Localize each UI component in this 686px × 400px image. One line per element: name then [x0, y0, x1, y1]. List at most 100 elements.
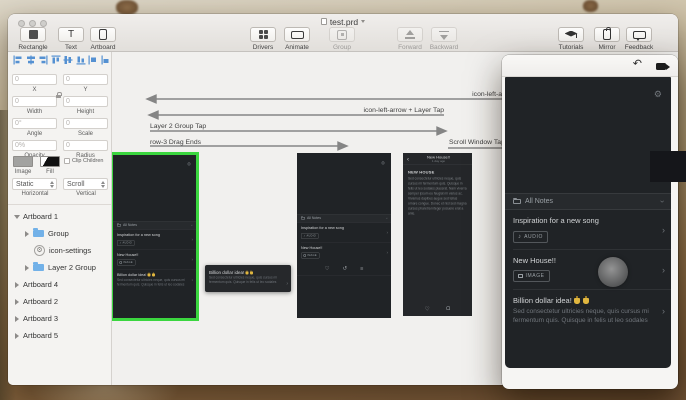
radius-field-group: Radius — [63, 134, 108, 159]
layer-row-artboard-1[interactable]: Artboard 1 — [8, 208, 110, 225]
note-row[interactable]: Billion dollar idea! Sed consectetur ult… — [113, 270, 196, 291]
distribute-h-icon[interactable] — [88, 55, 98, 65]
angle-input[interactable] — [12, 118, 57, 129]
tutorials-button[interactable]: Tutorials — [552, 27, 590, 51]
image-swatch-label: Image — [8, 169, 38, 175]
heart-icon[interactable]: ♡ — [325, 266, 330, 272]
moneybag-emoji — [250, 271, 253, 274]
align-left-icon[interactable] — [13, 55, 23, 65]
layer-row-group[interactable]: Group — [8, 225, 110, 242]
chevron-right-icon: › — [662, 225, 665, 235]
disclosure-triangle-icon[interactable] — [14, 215, 20, 219]
layer-row-layer2-group[interactable]: Layer 2 Group — [8, 259, 110, 276]
folder-icon — [301, 217, 305, 220]
image-swatch[interactable] — [13, 156, 33, 167]
note-row[interactable]: Billion dollar idea! Sed consectetur ult… — [505, 290, 671, 332]
disclosure-triangle-icon[interactable] — [25, 231, 29, 237]
clip-children-label: Clip Children — [72, 158, 104, 164]
heart-icon[interactable]: ♡ — [425, 307, 430, 313]
artboard-tool-button[interactable]: Artboard — [84, 27, 122, 51]
audio-badge: ♪AUDIO — [513, 231, 548, 243]
note-row[interactable]: New House!! IMAGE › — [113, 250, 196, 270]
transition-label[interactable]: icon-left-arrow + Layer Tap — [363, 107, 444, 114]
folder-row[interactable]: All Notes › — [505, 193, 671, 210]
note-row[interactable]: Inspiration for a new song ♪AUDIO › — [505, 210, 671, 249]
layer-row-artboard-2[interactable]: Artboard 2 — [8, 293, 110, 310]
animate-button[interactable]: Animate — [278, 27, 316, 51]
artboard-2[interactable]: ⚙ All Notes › Inspiration for a new song… — [297, 153, 391, 318]
note-row[interactable]: New House!! IMAGE › — [505, 250, 671, 289]
disclosure-triangle-icon[interactable] — [15, 333, 19, 339]
gear-icon[interactable]: ⚙ — [381, 161, 385, 166]
align-center-h-icon[interactable] — [26, 55, 36, 65]
transition-label[interactable]: icon-left-a — [472, 91, 502, 98]
image-badge: IMAGE — [513, 270, 550, 282]
note-glyph-icon: ♪ — [304, 235, 306, 238]
gear-icon[interactable]: ⚙ — [187, 162, 191, 167]
disclosure-triangle-icon[interactable] — [25, 265, 29, 271]
note-header-space — [297, 153, 391, 214]
opacity-input[interactable] — [12, 140, 57, 151]
detached-note-card[interactable]: Billion dollar idea! Sed consectetur ult… — [205, 265, 291, 292]
layer-row-artboard-4[interactable]: Artboard 4 — [8, 276, 110, 293]
chevron-down-icon[interactable] — [361, 20, 365, 23]
stepper-arrows-icon — [50, 181, 54, 188]
undo-icon[interactable]: ↶ — [633, 59, 642, 70]
note-row[interactable]: Inspiration for a new song ♪AUDIO › — [113, 230, 196, 250]
horizontal-scroll-select[interactable]: Static — [12, 178, 57, 190]
folder-icon — [33, 230, 44, 238]
note-row[interactable]: New House!! IMAGE › — [297, 243, 391, 263]
feedback-button[interactable]: Feedback — [620, 27, 658, 51]
inspector-sidebar: X Y Width Height Angle Scale — [8, 52, 112, 385]
x-input[interactable] — [12, 74, 57, 85]
artboard-3[interactable]: ‹ New House!! 1 day ago NEW HOUSE Sed co… — [403, 153, 472, 316]
layer-row-icon-settings[interactable]: ⚙ icon-settings — [8, 242, 110, 259]
chevron-down-icon: › — [190, 225, 195, 226]
transition-label[interactable]: row-3 Drag Ends — [150, 139, 201, 146]
fill-swatch[interactable] — [40, 156, 60, 167]
undo-icon[interactable]: ↺ — [343, 266, 348, 272]
layer-tree: Artboard 1 Group ⚙ icon-settings Layer 2… — [8, 208, 110, 344]
moneybag-emoji — [583, 298, 589, 304]
radius-input[interactable] — [63, 140, 108, 151]
y-input[interactable] — [63, 74, 108, 85]
rectangle-tool-button[interactable]: Rectangle — [14, 27, 52, 51]
send-backward-icon — [438, 30, 450, 40]
folder-row[interactable]: All Notes › — [113, 221, 196, 230]
sidebar-divider — [8, 204, 111, 205]
height-input[interactable] — [63, 96, 108, 107]
artboard-1[interactable]: ⚙ All Notes › Inspiration for a new song… — [112, 152, 199, 321]
distribute-v-icon[interactable] — [101, 55, 111, 65]
moneybag-emoji — [246, 271, 249, 274]
record-video-icon[interactable] — [656, 63, 666, 70]
detail-heading: NEW HOUSE — [408, 170, 467, 175]
align-top-icon[interactable] — [51, 55, 61, 65]
align-right-icon[interactable] — [38, 55, 48, 65]
menu-icon[interactable]: ≡ — [360, 266, 363, 272]
width-input[interactable] — [12, 96, 57, 107]
clip-children-checkbox[interactable] — [64, 158, 70, 164]
clip-children-control[interactable]: Clip Children — [64, 158, 104, 164]
align-middle-icon[interactable] — [63, 55, 73, 65]
vertical-scroll-select[interactable]: Scroll — [63, 178, 108, 190]
box-icon[interactable] — [447, 307, 451, 311]
transition-label[interactable]: Scroll Window Tap — [449, 139, 505, 146]
note-row[interactable]: Inspiration for a new song ♪AUDIO › — [297, 223, 391, 243]
disclosure-triangle-icon[interactable] — [15, 282, 19, 288]
disclosure-triangle-icon[interactable] — [15, 316, 19, 322]
graduation-cap-icon — [565, 31, 578, 39]
preview-screen[interactable]: ⚙ All Notes › Inspiration for a new song… — [505, 77, 671, 368]
folder-row[interactable]: All Notes › — [297, 214, 391, 223]
transition-label[interactable]: Layer 2 Group Tap — [150, 123, 206, 130]
disclosure-triangle-icon[interactable] — [15, 299, 19, 305]
layer-row-artboard-3[interactable]: Artboard 3 — [8, 310, 110, 327]
align-bottom-icon[interactable] — [76, 55, 86, 65]
scale-input[interactable] — [63, 118, 108, 129]
gear-icon[interactable]: ⚙ — [654, 90, 662, 99]
detail-header: ‹ New House!! 1 day ago — [403, 153, 472, 165]
background-window-tab — [650, 151, 686, 182]
detail-toolbar: ♡ — [403, 307, 472, 313]
layer-row-artboard-5[interactable]: Artboard 5 — [8, 327, 110, 344]
lock-ratio-icon[interactable] — [56, 92, 61, 98]
drivers-button[interactable]: Drivers — [244, 27, 282, 51]
